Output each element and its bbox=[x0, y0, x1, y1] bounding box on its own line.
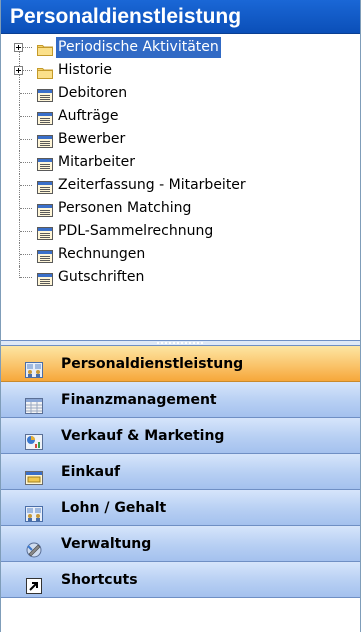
list-view-icon bbox=[37, 110, 53, 125]
people-grid-icon bbox=[25, 500, 43, 522]
ledger-grid-icon bbox=[25, 392, 43, 414]
tree-node-label[interactable]: Rechnungen bbox=[56, 244, 147, 265]
tree-node[interactable]: PDL-Sammelrechnung bbox=[1, 220, 360, 243]
folder-icon bbox=[37, 41, 53, 56]
folder-icon bbox=[37, 64, 53, 79]
tree-connector-horizontal bbox=[20, 231, 32, 232]
tree-node[interactable]: Zeiterfassung - Mitarbeiter bbox=[1, 174, 360, 197]
tree-node[interactable]: Gutschriften bbox=[1, 266, 360, 289]
module-button[interactable]: Lohn / Gehalt bbox=[1, 490, 360, 526]
tree-node[interactable]: Aufträge bbox=[1, 105, 360, 128]
tree-node[interactable]: Mitarbeiter bbox=[1, 151, 360, 174]
people-grid-icon bbox=[25, 356, 43, 378]
list-view-icon bbox=[37, 248, 53, 263]
tree-node[interactable]: Rechnungen bbox=[1, 243, 360, 266]
module-button[interactable]: Personaldienstleistung bbox=[1, 346, 360, 382]
tree-node-label[interactable]: Zeiterfassung - Mitarbeiter bbox=[56, 175, 248, 196]
tree-node[interactable]: Personen Matching bbox=[1, 197, 360, 220]
tree-node[interactable]: Debitoren bbox=[1, 82, 360, 105]
list-view-icon bbox=[37, 156, 53, 171]
list-view-icon bbox=[37, 225, 53, 240]
tree-connector-horizontal bbox=[20, 116, 32, 117]
navigation-pane: Personaldienstleistung Periodische Aktiv… bbox=[0, 0, 361, 632]
module-button-label: Finanzmanagement bbox=[61, 392, 217, 408]
tree-node[interactable]: Historie bbox=[1, 59, 360, 82]
module-button-list: Personaldienstleistung Finanzmanagement Ve… bbox=[1, 346, 360, 598]
tree-connector-horizontal bbox=[20, 208, 32, 209]
tree-node-label[interactable]: PDL-Sammelrechnung bbox=[56, 221, 215, 242]
wrench-tools-icon bbox=[25, 536, 43, 558]
list-view-icon bbox=[37, 271, 53, 286]
expand-plus-icon[interactable] bbox=[14, 66, 23, 75]
tree-connector-horizontal bbox=[20, 254, 32, 255]
pane-title: Personaldienstleistung bbox=[1, 0, 360, 34]
module-button-label: Einkauf bbox=[61, 464, 121, 480]
tree-node-label[interactable]: Aufträge bbox=[56, 106, 120, 127]
tree-node-label[interactable]: Personen Matching bbox=[56, 198, 193, 219]
tree-connector-horizontal bbox=[20, 139, 32, 140]
splitter-grip[interactable] bbox=[157, 342, 205, 344]
tree-node-label[interactable]: Gutschriften bbox=[56, 267, 146, 288]
tree-node-label[interactable]: Mitarbeiter bbox=[56, 152, 137, 173]
module-button-label: Lohn / Gehalt bbox=[61, 500, 167, 516]
tree-node[interactable]: Periodische Aktivitäten bbox=[1, 36, 360, 59]
tree-connector-horizontal bbox=[20, 277, 32, 278]
module-button[interactable]: Finanzmanagement bbox=[1, 382, 360, 418]
module-button-label: Shortcuts bbox=[61, 572, 138, 588]
tree-node-label[interactable]: Bewerber bbox=[56, 129, 127, 150]
module-button-label: Verkauf & Marketing bbox=[61, 428, 225, 444]
module-button[interactable]: Einkauf bbox=[1, 454, 360, 490]
tree-node-label[interactable]: Periodische Aktivitäten bbox=[56, 37, 221, 58]
tree-connector-horizontal bbox=[20, 185, 32, 186]
module-button[interactable]: Verkauf & Marketing bbox=[1, 418, 360, 454]
shortcut-arrow-icon bbox=[25, 572, 43, 594]
list-view-icon bbox=[37, 133, 53, 148]
tree-node-label[interactable]: Historie bbox=[56, 60, 114, 81]
list-view-icon bbox=[37, 202, 53, 217]
tree-node-label[interactable]: Debitoren bbox=[56, 83, 129, 104]
module-button-label: Personaldienstleistung bbox=[61, 356, 244, 372]
tree-connector-horizontal bbox=[20, 93, 32, 94]
expand-plus-icon[interactable] bbox=[14, 43, 23, 52]
shopping-window-icon bbox=[25, 464, 43, 485]
module-button[interactable]: Verwaltung bbox=[1, 526, 360, 562]
list-view-icon bbox=[37, 87, 53, 102]
module-tree[interactable]: Periodische Aktivitäten Historie Debitoren… bbox=[1, 34, 360, 340]
list-view-icon bbox=[37, 179, 53, 194]
chart-pie-icon bbox=[25, 428, 43, 450]
tree-node[interactable]: Bewerber bbox=[1, 128, 360, 151]
tree-connector-horizontal bbox=[20, 162, 32, 163]
module-button-label: Verwaltung bbox=[61, 536, 152, 552]
module-button[interactable]: Shortcuts bbox=[1, 562, 360, 598]
